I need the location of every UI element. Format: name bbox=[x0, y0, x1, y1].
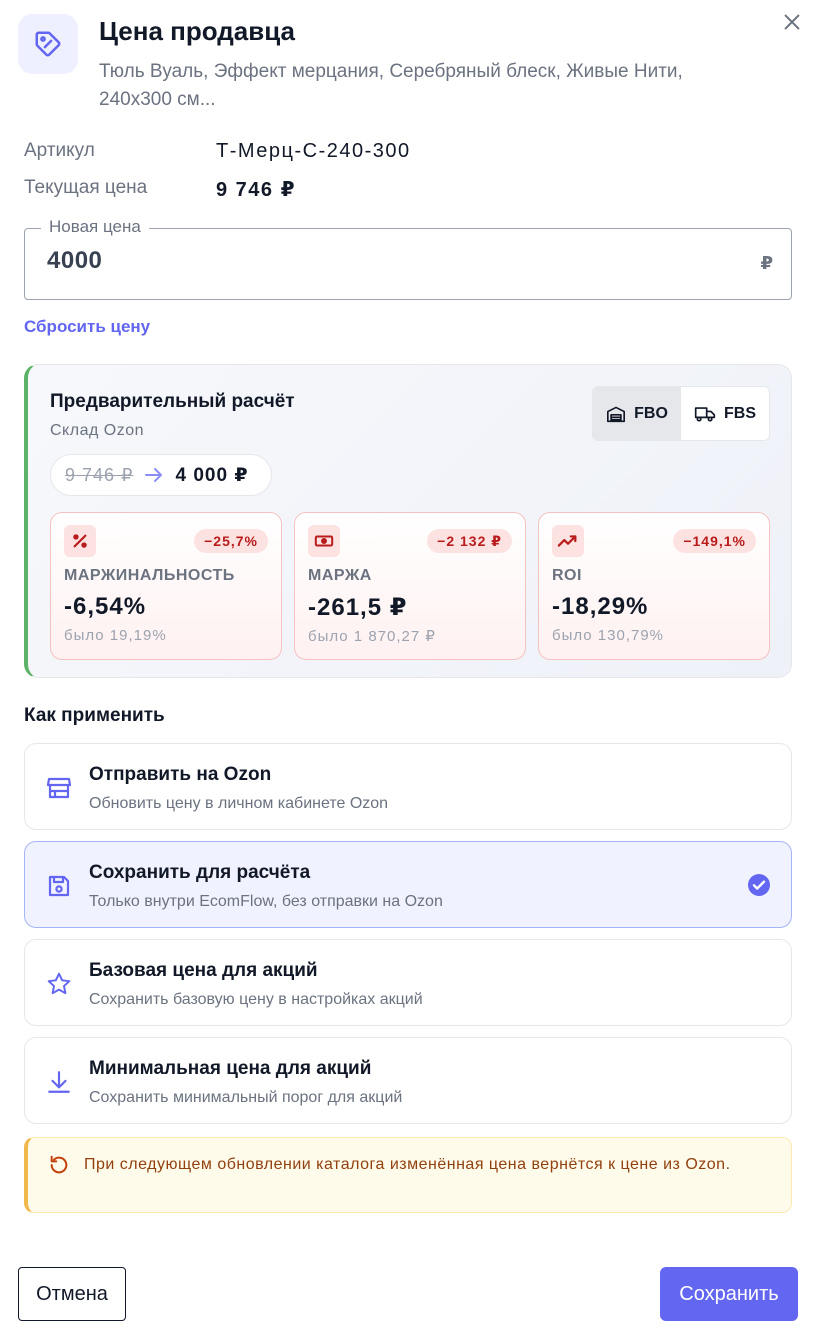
current-price-value: 9 746 ₽ bbox=[216, 179, 297, 201]
current-price-label: Текущая цена bbox=[24, 177, 148, 198]
option-title: Минимальная цена для акций bbox=[89, 1058, 372, 1079]
metric-delta-badge: −149,1% bbox=[673, 529, 756, 553]
check-circle-icon bbox=[748, 874, 770, 896]
trend-up-icon bbox=[552, 525, 584, 557]
option-description: Обновить цену в личном кабинете Ozon bbox=[89, 795, 389, 812]
preliminary-calc-panel: Предварительный расчёт Склад Ozon FBO FB… bbox=[24, 364, 792, 678]
segment-fbs-label: FBS bbox=[724, 404, 756, 422]
segment-fbs[interactable]: FBS bbox=[681, 387, 769, 440]
reset-price-link[interactable]: Сбросить цену bbox=[24, 317, 150, 337]
old-price: 9 746 ₽ bbox=[65, 464, 134, 485]
segment-fbo-label: FBO bbox=[634, 404, 668, 422]
notice-text: При следующем обновлении каталога изменё… bbox=[84, 1156, 731, 1173]
metric-label: МАРЖА bbox=[308, 567, 372, 584]
percent-icon bbox=[64, 525, 96, 557]
metric-value: -6,54% bbox=[64, 593, 147, 620]
price-change-pill: 9 746 ₽ 4 000 ₽ bbox=[50, 454, 272, 496]
truck-icon bbox=[694, 406, 716, 422]
close-button[interactable] bbox=[778, 8, 806, 36]
star-icon bbox=[45, 970, 73, 998]
refresh-icon bbox=[50, 1155, 68, 1174]
option-title: Базовая цена для акций bbox=[89, 960, 318, 981]
option-title: Отправить на Ozon bbox=[89, 764, 272, 785]
catalog-update-notice: При следующем обновлении каталога изменё… bbox=[24, 1137, 792, 1213]
option-base-promo-price[interactable]: Базовая цена для акций Сохранить базовую… bbox=[24, 939, 792, 1026]
cancel-button[interactable]: Отмена bbox=[18, 1267, 126, 1321]
download-icon bbox=[45, 1068, 73, 1096]
metric-card-marginality: −25,7% МАРЖИНАЛЬНОСТЬ -6,54% было 19,19% bbox=[50, 512, 282, 660]
price-tag-icon bbox=[18, 14, 78, 74]
new-price-field: Новая цена ₽ bbox=[24, 217, 792, 300]
metric-value: -18,29% bbox=[552, 593, 649, 620]
new-price-legend: Новая цена bbox=[41, 217, 149, 237]
product-name: Тюль Вуаль, Эффект мерцания, Серебряный … bbox=[99, 61, 683, 110]
page-title: Цена продавца bbox=[99, 16, 295, 46]
metric-value: -261,5 ₽ bbox=[308, 594, 408, 621]
option-min-promo-price[interactable]: Минимальная цена для акций Сохранить мин… bbox=[24, 1037, 792, 1124]
option-send-to-ozon[interactable]: Отправить на Ozon Обновить цену в личном… bbox=[24, 743, 792, 830]
currency-symbol: ₽ bbox=[760, 253, 773, 273]
apply-section-title: Как применить bbox=[24, 705, 165, 726]
metric-label: ROI bbox=[552, 567, 582, 584]
metric-delta-badge: −25,7% bbox=[194, 529, 268, 553]
option-save-for-calc[interactable]: Сохранить для расчёта Только внутри Ecom… bbox=[24, 841, 792, 928]
metric-card-margin: −2 132 ₽ МАРЖА -261,5 ₽ было 1 870,27 ₽ bbox=[294, 512, 526, 660]
new-price: 4 000 ₽ bbox=[175, 464, 249, 486]
sku-value: Т-Мерц-С-240-300 bbox=[216, 140, 411, 162]
metric-label: МАРЖИНАЛЬНОСТЬ bbox=[64, 567, 235, 584]
store-icon bbox=[45, 774, 73, 802]
banknote-icon bbox=[308, 525, 340, 557]
arrow-right-icon bbox=[144, 467, 164, 483]
metric-delta-badge: −2 132 ₽ bbox=[427, 529, 512, 553]
calc-warehouse: Склад Ozon bbox=[50, 422, 144, 439]
sku-label: Артикул bbox=[24, 140, 95, 161]
option-description: Сохранить базовую цену в настройках акци… bbox=[89, 991, 423, 1008]
new-price-input[interactable] bbox=[47, 247, 727, 275]
metric-previous: было 130,79% bbox=[552, 627, 665, 644]
metric-card-roi: −149,1% ROI -18,29% было 130,79% bbox=[538, 512, 770, 660]
warehouse-icon bbox=[607, 406, 626, 422]
segment-fbo[interactable]: FBO bbox=[593, 387, 681, 440]
metric-previous: было 19,19% bbox=[64, 627, 167, 644]
metric-previous: было 1 870,27 ₽ bbox=[308, 628, 436, 645]
fulfillment-toggle: FBO FBS bbox=[592, 386, 770, 441]
calc-title: Предварительный расчёт bbox=[50, 391, 295, 412]
option-title: Сохранить для расчёта bbox=[89, 862, 311, 883]
save-icon bbox=[45, 872, 73, 900]
option-description: Сохранить минимальный порог для акций bbox=[89, 1089, 403, 1106]
save-button[interactable]: Сохранить bbox=[660, 1267, 798, 1321]
close-icon bbox=[784, 14, 800, 30]
option-description: Только внутри EcomFlow, без отправки на … bbox=[89, 893, 443, 910]
